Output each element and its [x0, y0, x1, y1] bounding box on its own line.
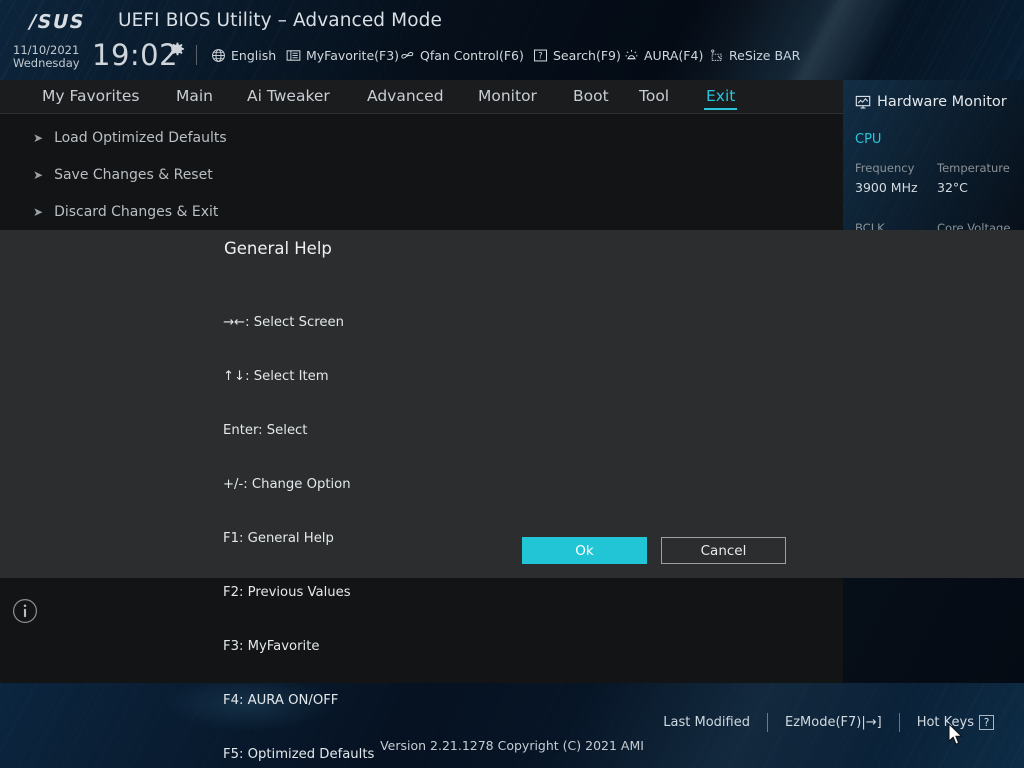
help-line: ↑↓: Select Item: [223, 369, 329, 384]
help-line: →←: Select Screen: [223, 315, 344, 330]
question-box-icon: ?: [979, 715, 994, 730]
help-key-list: →←: Select Screen ↑↓: Select Item Enter:…: [223, 278, 415, 768]
arrow-right-icon: ➤: [33, 130, 44, 145]
hardware-monitor-title: Hardware Monitor: [843, 80, 1024, 110]
hw-value-frequency: 3900 MHz: [855, 180, 918, 195]
main-tab-bar: My Favorites Main Ai Tweaker Advanced Mo…: [0, 80, 843, 114]
help-line: F5: Optimized Defaults: [223, 747, 375, 762]
header-item-label: Qfan Control(F6): [420, 48, 524, 63]
hw-cpu-grid-secondary: BCLK Core Voltage: [843, 195, 1024, 235]
cancel-button[interactable]: Cancel: [661, 537, 786, 564]
menu-item-save-changes-reset[interactable]: ➤ Save Changes & Reset: [0, 156, 843, 193]
help-line: +/-: Change Option: [223, 477, 351, 492]
header-item-english[interactable]: English: [211, 48, 276, 63]
tab-main[interactable]: Main: [176, 87, 213, 107]
version-label: Version 2.21.1278 Copyright (C) 2021 AMI: [380, 738, 644, 753]
mouse-cursor: [948, 722, 964, 747]
hw-value-temperature: 32°C: [937, 180, 968, 195]
header-item-qfan-control[interactable]: Qfan Control(F6): [400, 48, 524, 63]
header-item-label: Search(F9): [553, 48, 621, 63]
tab-advanced[interactable]: Advanced: [367, 87, 444, 107]
header-item-search[interactable]: ? Search(F9): [533, 48, 621, 63]
help-line: F2: Previous Values: [223, 585, 351, 600]
dialog-buttons: Ok Cancel: [522, 537, 786, 564]
menu-item-label: Discard Changes & Exit: [54, 203, 219, 220]
ezmode-button[interactable]: EzMode(F7)|→]: [768, 715, 899, 730]
general-help-dialog: General Help →←: Select Screen ↑↓: Selec…: [0, 230, 1024, 762]
header-item-label: ReSize BAR: [729, 48, 801, 63]
tab-boot[interactable]: Boot: [573, 87, 609, 107]
header-divider: [196, 45, 197, 65]
tab-ai-tweaker[interactable]: Ai Tweaker: [247, 87, 330, 107]
arrow-right-icon: ➤: [33, 167, 44, 182]
globe-icon: [211, 48, 226, 63]
ok-button[interactable]: Ok: [522, 537, 647, 564]
header-item-label: English: [231, 48, 277, 63]
aura-icon: [624, 48, 639, 63]
tab-tool[interactable]: Tool: [639, 87, 669, 107]
svg-text:?: ?: [538, 51, 542, 61]
list-icon: [286, 48, 301, 63]
header-item-label: AURA(F4): [644, 48, 704, 63]
asus-logo: /SUS: [26, 11, 88, 33]
header-item-label: MyFavorite(F3): [306, 48, 400, 63]
hw-label-frequency: Frequency: [855, 161, 915, 175]
question-box-icon: ?: [533, 48, 548, 63]
help-line: F4: AURA ON/OFF: [223, 693, 339, 708]
hw-section-cpu: CPU: [855, 132, 882, 147]
fan-icon: [400, 48, 415, 63]
page-title: UEFI BIOS Utility – Advanced Mode: [118, 10, 442, 31]
hw-cpu-grid: Frequency Temperature 3900 MHz 32°C: [843, 147, 1024, 195]
datetime-block: 11/10/2021 Wednesday: [13, 44, 80, 70]
day-label: Wednesday: [13, 56, 80, 70]
resize-bar-icon: [709, 48, 724, 63]
info-circle-icon[interactable]: [12, 598, 38, 624]
hardware-monitor-title-label: Hardware Monitor: [877, 94, 1007, 110]
menu-item-discard-changes-exit[interactable]: ➤ Discard Changes & Exit: [0, 193, 843, 230]
monitor-icon: [855, 94, 871, 110]
clock-label: 19:02: [92, 38, 179, 72]
header-item-aura[interactable]: AURA(F4): [624, 48, 703, 63]
footer-bar: Last Modified EzMode(F7)|→] Hot Keys ?: [0, 683, 1024, 768]
dialog-title: General Help: [224, 239, 332, 258]
bios-screen: /SUS UEFI BIOS Utility – Advanced Mode 1…: [0, 0, 1024, 768]
menu-item-label: Save Changes & Reset: [54, 166, 213, 183]
hot-keys-label: Hot Keys: [916, 715, 974, 730]
help-line: Enter: Select: [223, 423, 308, 438]
last-modified-button[interactable]: Last Modified: [646, 715, 767, 730]
tab-monitor[interactable]: Monitor: [478, 87, 537, 107]
tab-my-favorites[interactable]: My Favorites: [42, 87, 140, 107]
header-item-resize-bar[interactable]: ReSize BAR: [709, 48, 800, 63]
tab-exit[interactable]: Exit: [703, 87, 738, 110]
help-line: F1: General Help: [223, 531, 334, 546]
header-item-myfavorite[interactable]: MyFavorite(F3): [286, 48, 399, 63]
gear-icon[interactable]: [170, 42, 185, 57]
help-line: F3: MyFavorite: [223, 639, 320, 654]
hw-label-temperature: Temperature: [937, 161, 1010, 175]
arrow-right-icon: ➤: [33, 204, 44, 219]
menu-item-load-optimized-defaults[interactable]: ➤ Load Optimized Defaults: [0, 119, 843, 156]
header-bar: /SUS UEFI BIOS Utility – Advanced Mode 1…: [0, 0, 1024, 80]
menu-item-label: Load Optimized Defaults: [54, 129, 227, 146]
